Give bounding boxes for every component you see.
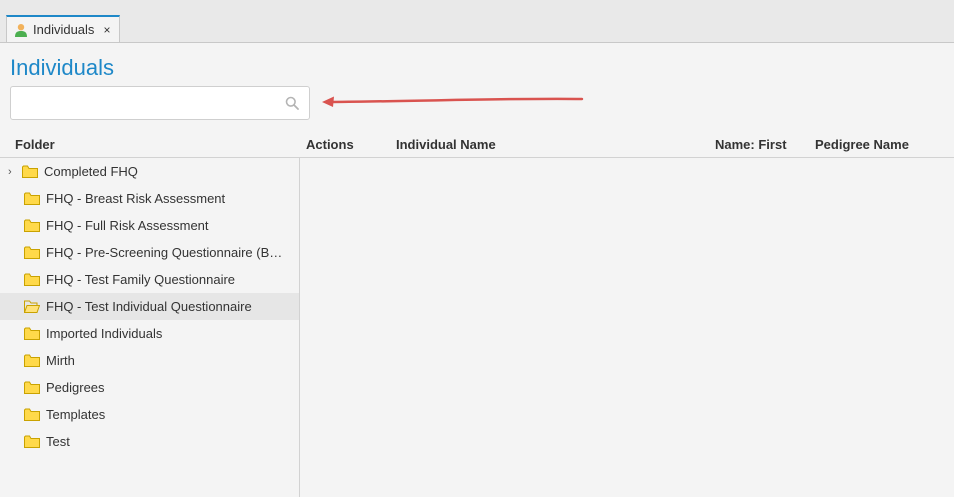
grid-header: Folder Actions Individual Name Name: Fir…	[0, 131, 954, 158]
column-header-pedigree-name[interactable]: Pedigree Name	[815, 137, 909, 152]
folder-label: FHQ - Full Risk Assessment	[46, 218, 209, 233]
individuals-grid-body	[300, 158, 954, 497]
folder-item-selected[interactable]: FHQ - Test Individual Questionnaire	[0, 293, 299, 320]
folder-icon	[24, 246, 40, 259]
folder-label: Pedigrees	[46, 380, 105, 395]
folder-item[interactable]: › Completed FHQ	[0, 158, 299, 185]
tab-bar: Individuals ×	[0, 0, 954, 43]
search-box	[10, 86, 310, 120]
folder-label: Imported Individuals	[46, 326, 163, 341]
close-icon[interactable]: ×	[103, 23, 110, 37]
folder-item[interactable]: FHQ - Pre-Screening Questionnaire (B…	[0, 239, 299, 266]
folder-item[interactable]: FHQ - Test Family Questionnaire	[0, 266, 299, 293]
folder-item[interactable]: FHQ - Full Risk Assessment	[0, 212, 299, 239]
column-header-name-first[interactable]: Name: First	[715, 137, 787, 152]
search-icon[interactable]	[285, 96, 299, 110]
annotation-arrow	[322, 96, 584, 107]
folder-item[interactable]: Test	[0, 428, 299, 455]
person-icon	[15, 23, 27, 37]
tab-label: Individuals	[33, 22, 95, 37]
column-header-individual-name[interactable]: Individual Name	[396, 137, 496, 152]
folder-item[interactable]: Imported Individuals	[0, 320, 299, 347]
folder-label: Test	[46, 434, 70, 449]
folder-label: FHQ - Pre-Screening Questionnaire (B…	[46, 245, 283, 260]
folder-label: FHQ - Breast Risk Assessment	[46, 191, 226, 206]
folder-label: FHQ - Test Individual Questionnaire	[46, 299, 252, 314]
folder-tree: › Completed FHQ FHQ - Breast Risk Assess…	[0, 158, 300, 497]
folder-icon	[24, 192, 40, 205]
folder-icon	[24, 408, 40, 421]
folder-label: Completed FHQ	[44, 164, 138, 179]
column-header-folder[interactable]: Folder	[15, 137, 55, 152]
search-input[interactable]	[19, 88, 283, 120]
folder-item[interactable]: FHQ - Breast Risk Assessment	[0, 185, 299, 212]
folder-label: Mirth	[46, 353, 75, 368]
folder-icon	[24, 273, 40, 286]
folder-open-icon	[24, 300, 40, 313]
folder-item[interactable]: Mirth	[0, 347, 299, 374]
folder-icon	[22, 165, 38, 178]
folder-icon	[24, 327, 40, 340]
folder-icon	[24, 435, 40, 448]
folder-icon	[24, 219, 40, 232]
folder-label: Templates	[46, 407, 106, 422]
folder-item[interactable]: Templates	[0, 401, 299, 428]
chevron-right-icon[interactable]: ›	[8, 166, 12, 178]
folder-label: FHQ - Test Family Questionnaire	[46, 272, 236, 287]
folder-icon	[24, 381, 40, 394]
page-title: Individuals	[10, 55, 114, 80]
folder-item[interactable]: Pedigrees	[0, 374, 299, 401]
column-header-actions[interactable]: Actions	[306, 137, 354, 152]
folder-icon	[24, 354, 40, 367]
tab-individuals[interactable]: Individuals ×	[6, 15, 120, 42]
